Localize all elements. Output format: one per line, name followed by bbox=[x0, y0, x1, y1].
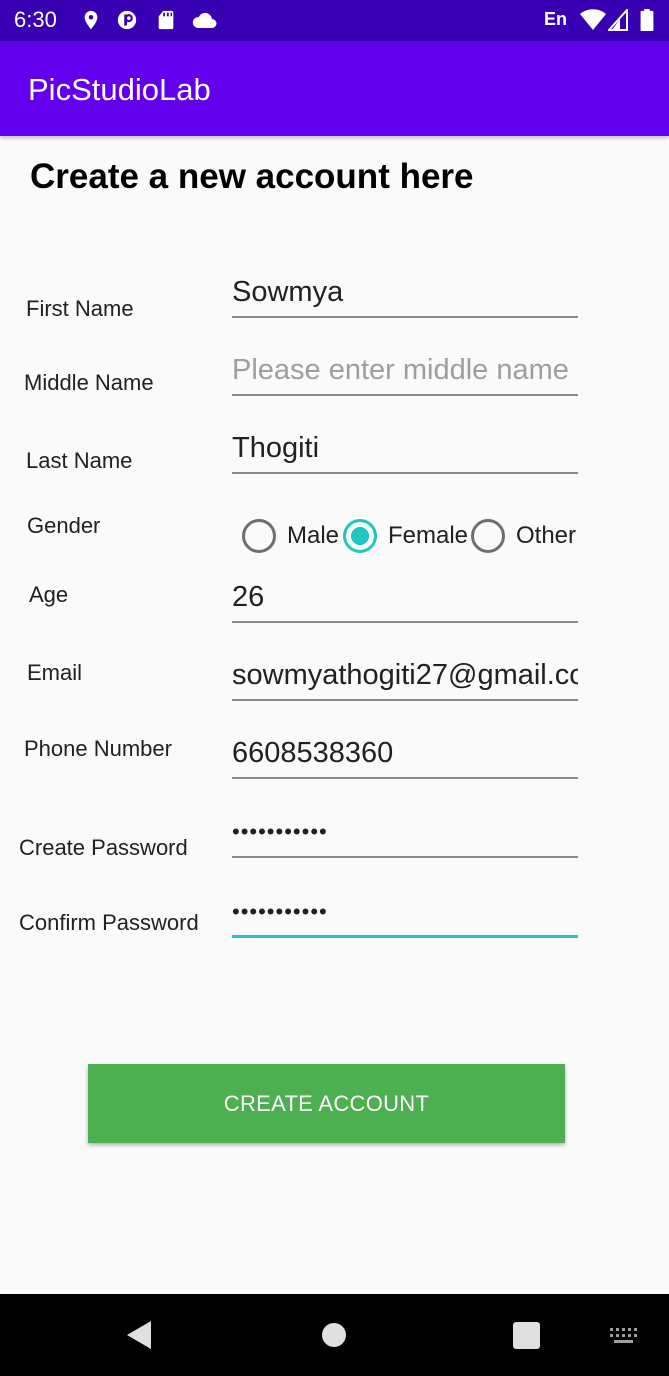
middle-name-label: Middle Name bbox=[24, 370, 154, 395]
create-password-label: Create Password bbox=[19, 835, 188, 860]
app-title: PicStudioLab bbox=[28, 72, 211, 107]
status-bar: 6:30 En bbox=[0, 0, 669, 41]
phone-label: Phone Number bbox=[24, 736, 172, 761]
age-label: Age bbox=[29, 582, 69, 607]
sd-card-icon bbox=[158, 10, 174, 30]
confirm-password-label: Confirm Password bbox=[19, 910, 199, 935]
home-icon[interactable] bbox=[321, 1322, 347, 1348]
phone-input[interactable] bbox=[232, 729, 578, 777]
cloud-icon bbox=[192, 12, 217, 28]
confirm-password-input[interactable] bbox=[232, 888, 578, 935]
wifi-icon bbox=[580, 9, 606, 30]
keyboard-icon[interactable] bbox=[610, 1328, 637, 1344]
create-password-input[interactable] bbox=[232, 808, 578, 856]
age-input[interactable] bbox=[232, 573, 578, 621]
confirm-password-field[interactable] bbox=[232, 888, 578, 938]
create-password-field[interactable] bbox=[232, 808, 578, 858]
radio-checked-icon bbox=[343, 519, 377, 553]
signal-icon bbox=[608, 9, 628, 31]
email-field[interactable] bbox=[232, 651, 578, 701]
middle-name-input[interactable] bbox=[232, 346, 578, 394]
gender-option-label: Female bbox=[388, 522, 469, 549]
gender-radio-group: Male Female Other bbox=[242, 516, 582, 556]
radio-unchecked-icon bbox=[242, 519, 276, 553]
first-name-label: First Name bbox=[26, 296, 134, 321]
last-name-label: Last Name bbox=[26, 448, 133, 473]
recents-icon[interactable] bbox=[513, 1322, 540, 1349]
gender-radio-female[interactable]: Female bbox=[343, 516, 468, 556]
gender-radio-other[interactable]: Other bbox=[471, 516, 576, 556]
phone-field[interactable] bbox=[232, 729, 578, 779]
battery-icon bbox=[640, 9, 654, 31]
radio-unchecked-icon bbox=[471, 519, 505, 553]
email-input[interactable] bbox=[232, 651, 578, 699]
status-language: En bbox=[544, 9, 568, 29]
last-name-input[interactable] bbox=[232, 424, 578, 472]
page-title: Create a new account here bbox=[30, 157, 474, 196]
gender-radio-male[interactable]: Male bbox=[242, 516, 339, 556]
navigation-bar bbox=[0, 1294, 669, 1376]
gender-label: Gender bbox=[27, 513, 101, 538]
middle-name-field[interactable] bbox=[232, 346, 578, 396]
first-name-field[interactable] bbox=[232, 268, 578, 318]
last-name-field[interactable] bbox=[232, 424, 578, 474]
location-icon bbox=[84, 10, 98, 30]
sync-icon bbox=[117, 10, 137, 30]
age-field[interactable] bbox=[232, 573, 578, 623]
app-bar: PicStudioLab bbox=[0, 41, 669, 136]
status-time: 6:30 bbox=[14, 7, 57, 32]
create-account-button[interactable]: CREATE ACCOUNT bbox=[88, 1064, 565, 1143]
gender-option-label: Other bbox=[516, 522, 577, 549]
email-label: Email bbox=[27, 660, 83, 685]
gender-option-label: Male bbox=[287, 522, 340, 549]
back-icon[interactable] bbox=[127, 1321, 153, 1349]
first-name-input[interactable] bbox=[232, 268, 578, 316]
